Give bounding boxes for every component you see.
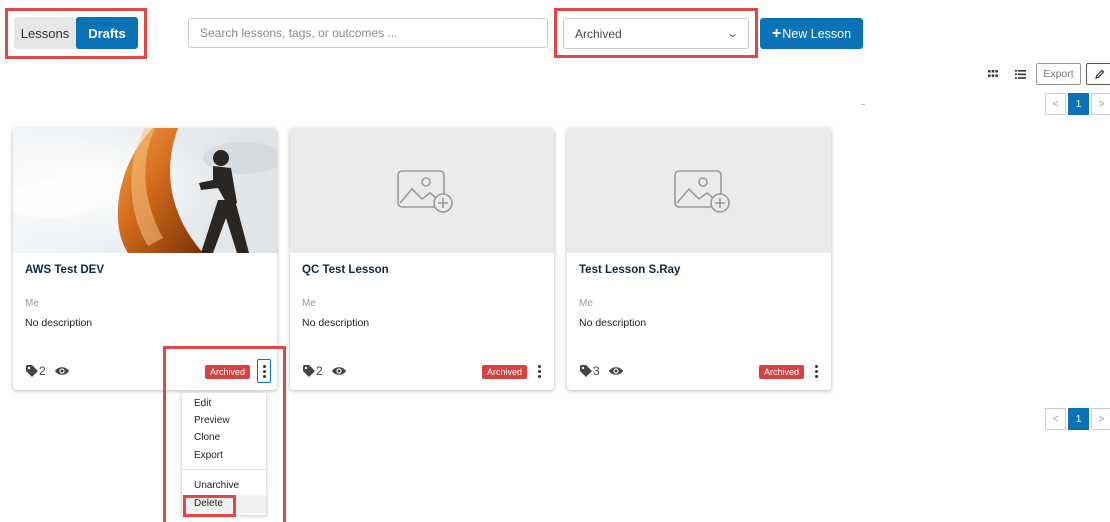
lesson-author: Me: [25, 298, 39, 309]
status-badge: Archived: [481, 365, 527, 379]
lesson-actions-menu: Edit Preview Clone Export Unarchive Dele…: [181, 392, 267, 516]
pencil-icon: [1095, 69, 1105, 79]
pagination-next[interactable]: >: [1091, 93, 1110, 115]
menu-item-preview[interactable]: Preview: [194, 415, 230, 426]
divider: [862, 104, 865, 105]
tag-icon: [303, 365, 315, 377]
plus-icon: +: [771, 24, 782, 42]
lesson-description: No description: [302, 317, 370, 329]
tag-icon: [26, 365, 38, 377]
lesson-author: Me: [302, 298, 316, 309]
tag-count: 2: [39, 364, 46, 378]
lessons-drafts-toggle: Lessons Drafts: [14, 17, 138, 49]
menu-item-delete[interactable]: Delete: [194, 498, 223, 509]
status-filter-value: Archived: [575, 26, 622, 41]
more-options-button[interactable]: [533, 360, 546, 382]
image-add-icon: [674, 170, 730, 213]
export-button[interactable]: Export: [1036, 63, 1081, 85]
menu-divider: [182, 469, 266, 470]
grid-view-button[interactable]: [982, 64, 1003, 84]
lessons-tab[interactable]: Lessons: [14, 17, 76, 49]
lesson-stats: 2: [302, 364, 347, 378]
lesson-description: No description: [579, 317, 647, 329]
status-badge: Archived: [204, 365, 250, 379]
pagination-next[interactable]: >: [1091, 408, 1110, 430]
menu-item-edit[interactable]: Edit: [194, 398, 211, 409]
image-add-icon: [397, 170, 453, 213]
drafts-tab[interactable]: Drafts: [76, 17, 138, 49]
lesson-library-page: Lessons Drafts Archived ⌄ + New Lesson E…: [0, 0, 1110, 522]
search-input[interactable]: [188, 18, 548, 48]
pagination-top: < 1 >: [1045, 93, 1110, 115]
menu-item-unarchive[interactable]: Unarchive: [194, 480, 239, 491]
lesson-title[interactable]: Test Lesson S.Ray: [579, 264, 680, 276]
new-lesson-label: New Lesson: [782, 26, 852, 41]
pagination-page[interactable]: 1: [1068, 408, 1089, 430]
lesson-thumbnail: [13, 128, 277, 253]
edit-mode-button[interactable]: [1086, 63, 1110, 85]
new-lesson-button[interactable]: + New Lesson: [760, 18, 863, 49]
lesson-card[interactable]: QC Test Lesson Me No description 2 Archi…: [290, 128, 554, 390]
grid-icon: [987, 70, 998, 77]
eye-icon: [54, 367, 69, 375]
lesson-title[interactable]: QC Test Lesson: [302, 264, 389, 276]
more-options-button[interactable]: [257, 359, 271, 383]
pagination-prev[interactable]: <: [1045, 93, 1066, 115]
tag-icon: [580, 365, 592, 377]
lesson-stats: 2: [25, 364, 70, 378]
list-icon: [1015, 69, 1026, 79]
list-view-button[interactable]: [1010, 64, 1031, 84]
menu-item-export[interactable]: Export: [194, 450, 223, 461]
lesson-thumbnail: [290, 128, 554, 253]
lesson-cover-image: [13, 128, 277, 253]
pagination-prev[interactable]: <: [1045, 408, 1066, 430]
lesson-description: No description: [25, 317, 93, 329]
lesson-card[interactable]: AWS Test DEV Me No description 2 Archive…: [13, 128, 277, 390]
pagination-bottom: < 1 >: [1045, 408, 1110, 430]
status-badge: Archived: [758, 365, 804, 379]
lesson-card[interactable]: Test Lesson S.Ray Me No description 3 Ar…: [567, 128, 831, 390]
tag-count: 3: [593, 364, 600, 378]
lesson-stats: 3: [579, 364, 624, 378]
lesson-author: Me: [579, 298, 593, 309]
chevron-down-icon: ⌄: [725, 28, 739, 40]
lesson-title[interactable]: AWS Test DEV: [25, 264, 104, 276]
lesson-thumbnail: [567, 128, 831, 253]
tag-count: 2: [316, 364, 323, 378]
eye-icon: [608, 367, 623, 375]
menu-item-clone[interactable]: Clone: [194, 432, 220, 443]
more-options-button[interactable]: [810, 360, 823, 382]
status-filter-select[interactable]: Archived ⌄: [563, 18, 749, 49]
pagination-page[interactable]: 1: [1068, 93, 1089, 115]
eye-icon: [331, 367, 346, 375]
